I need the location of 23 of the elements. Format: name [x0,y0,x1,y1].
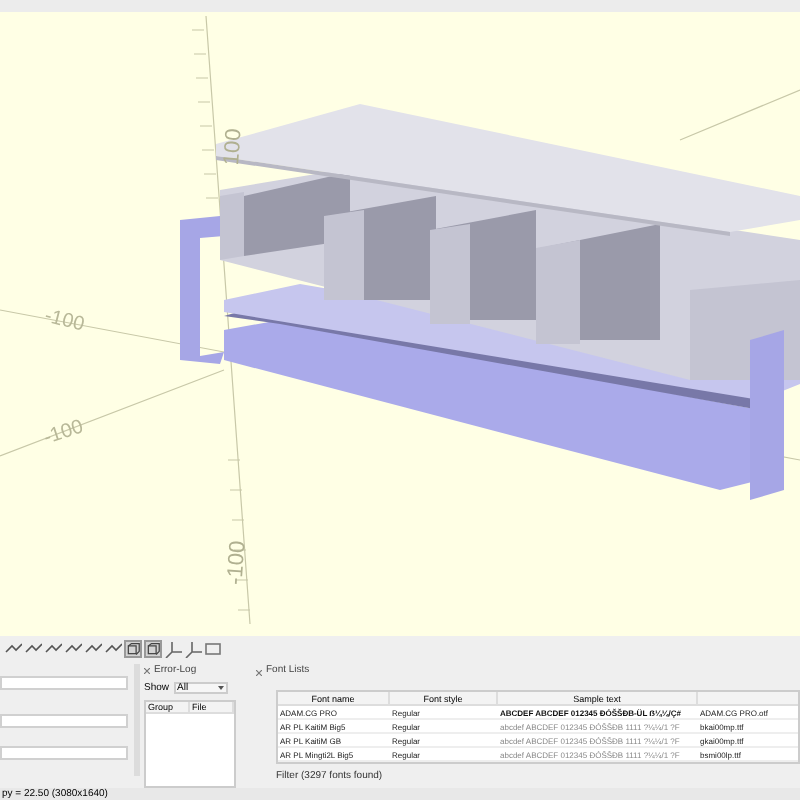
input-field[interactable] [0,676,128,690]
toolbar-button[interactable] [44,639,62,657]
toolbar-button[interactable] [84,639,102,657]
axis-label: -100 [41,418,87,450]
axes-icon [164,639,182,657]
axis-label: -100 [42,307,86,337]
cube-icon [126,639,140,657]
toolbar-button[interactable] [4,639,22,657]
input-field[interactable] [0,714,128,728]
axes-icon [184,639,202,657]
cube-icon [146,639,160,657]
toolbar-button[interactable] [24,639,42,657]
toolbar-button[interactable] [144,639,162,657]
axis-label: 100 [222,127,247,167]
toolbar-button[interactable] [124,639,142,657]
axis-label: -100 [225,540,251,586]
caret-icon [217,686,224,691]
toolbar-button[interactable] [104,639,122,657]
close-icon[interactable] [256,669,262,675]
input-field[interactable] [0,746,128,760]
toolbar-button[interactable] [64,639,82,657]
square-icon [204,639,222,657]
close-icon[interactable] [144,668,150,675]
